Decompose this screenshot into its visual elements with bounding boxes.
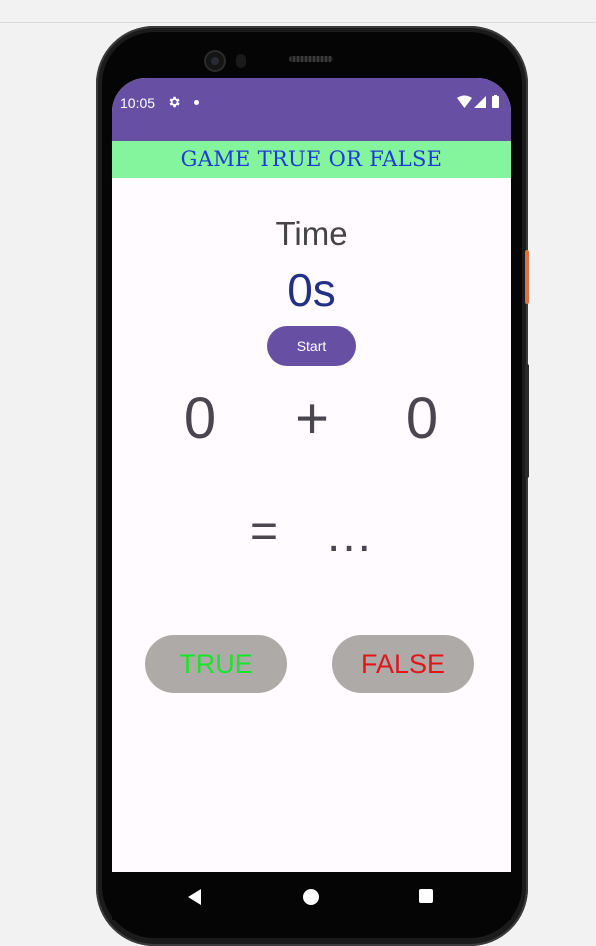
operator-symbol: + <box>295 386 329 451</box>
back-icon[interactable] <box>188 889 201 905</box>
status-icons <box>457 95 499 108</box>
wifi-icon <box>457 95 472 108</box>
volume-button[interactable] <box>525 364 529 478</box>
operand-a: 0 <box>183 386 217 451</box>
battery-icon <box>492 96 499 108</box>
false-button[interactable]: FALSE <box>332 635 474 693</box>
home-icon[interactable] <box>303 889 319 905</box>
equals-symbol: = <box>249 505 279 558</box>
result-value: ... <box>326 509 373 562</box>
front-camera-icon <box>206 52 224 70</box>
window-divider <box>0 22 596 23</box>
app-title: GAME TRUE OR FALSE <box>112 141 511 178</box>
signal-icon <box>474 96 486 108</box>
notification-dot-icon <box>194 100 199 105</box>
start-button[interactable]: Start <box>267 326 356 366</box>
sensor-icon <box>236 54 246 68</box>
gear-icon <box>169 96 180 108</box>
earpiece-speaker <box>289 56 333 62</box>
time-label: Time <box>275 215 348 252</box>
operand-b: 0 <box>405 386 439 451</box>
navigation-bar <box>112 872 511 920</box>
time-value: 0s <box>287 264 336 316</box>
recents-icon[interactable] <box>419 889 433 903</box>
status-bar: 10:05 <box>112 78 511 141</box>
true-button[interactable]: TRUE <box>145 635 287 693</box>
power-button[interactable] <box>525 250 529 304</box>
app-screen: 10:05 GAME TRUE OR FALSE Time 0s Start 0… <box>112 78 511 920</box>
status-time: 10:05 <box>120 95 156 111</box>
